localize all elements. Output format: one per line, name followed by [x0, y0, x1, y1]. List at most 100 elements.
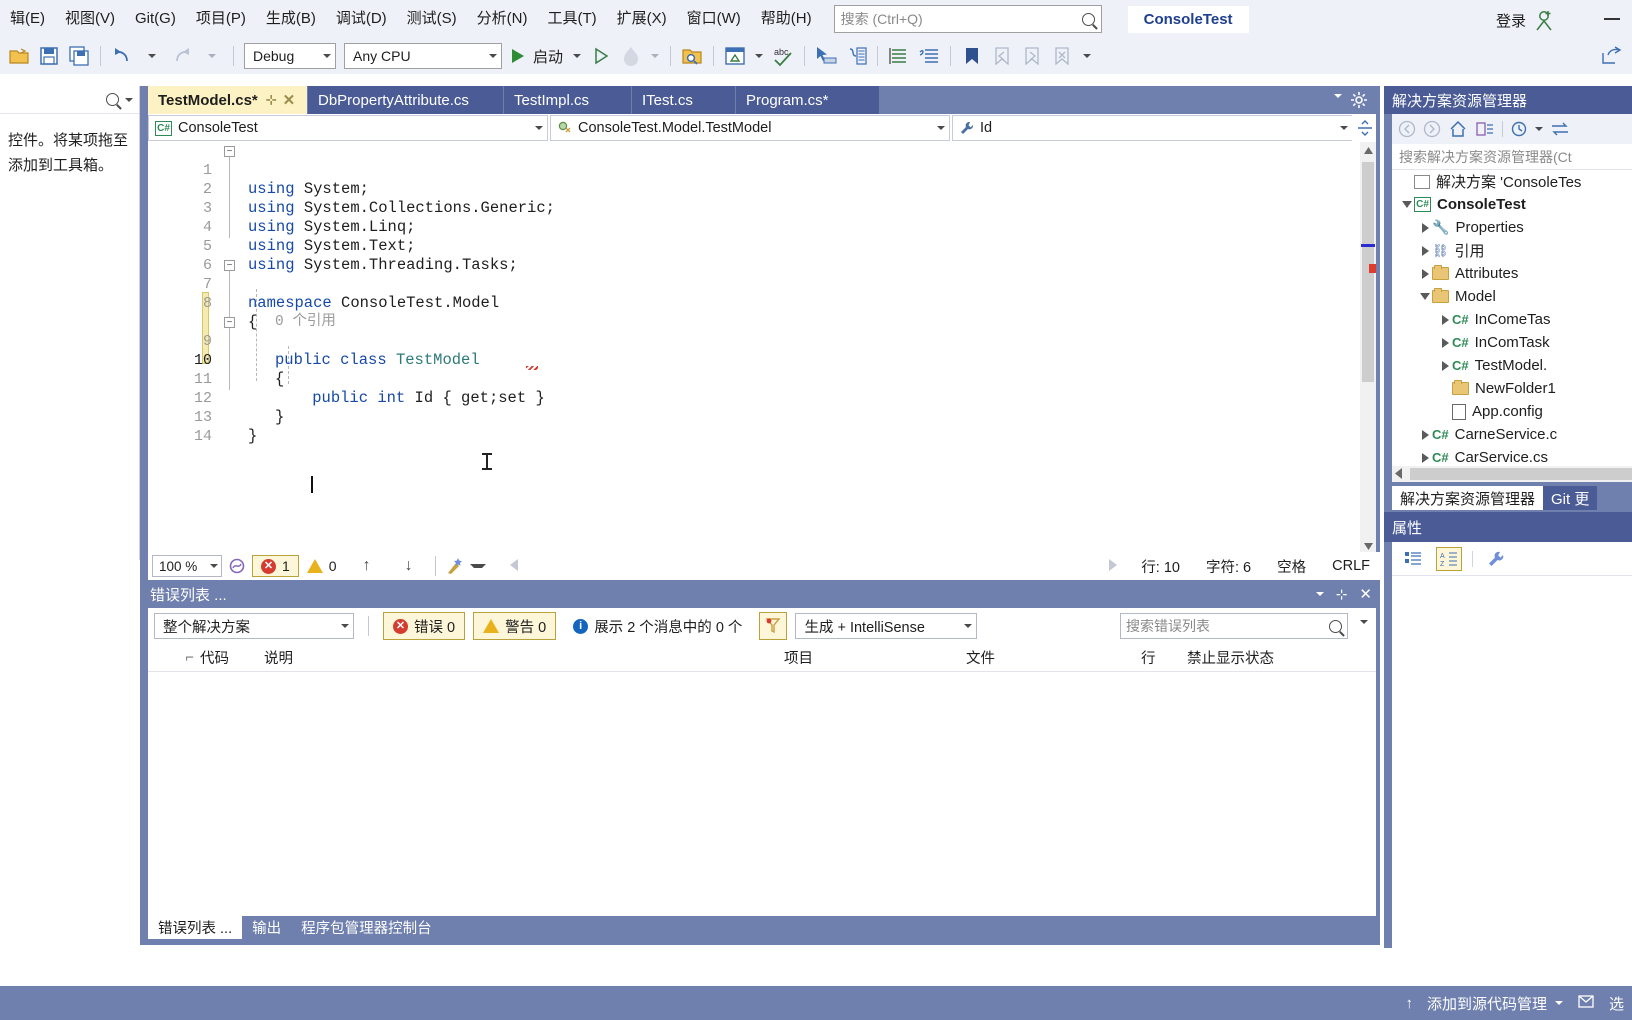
indentation-indicator[interactable]: 空格 — [1277, 556, 1306, 577]
home-icon[interactable] — [1448, 120, 1468, 138]
clear-bookmarks-icon[interactable] — [1049, 43, 1075, 69]
scroll-left-icon[interactable] — [1395, 466, 1403, 482]
menu-item-test[interactable]: 测试(S) — [397, 5, 467, 33]
menu-item-project[interactable]: 项目(P) — [186, 5, 256, 33]
menu-item-edit[interactable]: 辑(E) — [0, 5, 55, 33]
tab-git-changes[interactable]: Git 更 — [1543, 486, 1598, 510]
column-header-file[interactable]: 文件 — [960, 647, 1135, 668]
tree-item-carneservice[interactable]: C# CarneService.c — [1392, 423, 1632, 446]
undo-icon[interactable] — [109, 43, 135, 69]
menu-item-tools[interactable]: 工具(T) — [537, 5, 606, 33]
tree-expander[interactable] — [1418, 262, 1432, 285]
save-icon[interactable] — [36, 43, 62, 69]
menu-item-debug[interactable]: 调试(D) — [326, 5, 397, 33]
chevron-down-icon[interactable] — [1535, 127, 1543, 131]
error-search-chevron-down-icon[interactable] — [1360, 620, 1368, 624]
solution-configuration-combo[interactable]: Debug — [244, 43, 336, 69]
find-in-files-icon[interactable] — [679, 43, 705, 69]
tree-item-newfolder1[interactable]: NewFolder1 — [1392, 377, 1632, 400]
solution-view-icon[interactable] — [1475, 120, 1495, 138]
codelens-reference-count[interactable]: 0 个引用 — [275, 313, 336, 332]
tree-expander[interactable] — [1418, 216, 1432, 239]
redo-icon[interactable] — [169, 43, 195, 69]
scope-filter-combo[interactable]: 整个解决方案 — [154, 613, 354, 639]
tree-item-incometask[interactable]: C# InComeTas — [1392, 308, 1632, 331]
tab-output[interactable]: 输出 — [242, 915, 291, 939]
forward-icon[interactable] — [1423, 120, 1441, 138]
undo-dropdown-caret[interactable] — [139, 43, 165, 69]
error-list-search-input[interactable]: 搜索错误列表 — [1120, 613, 1348, 639]
panel-menu-chevron-down-icon[interactable] — [1315, 592, 1324, 596]
tab-error-list[interactable]: 错误列表 ... — [148, 915, 243, 939]
tree-expander[interactable] — [1418, 285, 1432, 308]
alphabetical-view-icon[interactable]: A Z — [1436, 546, 1462, 571]
uncomment-lines-icon[interactable] — [916, 43, 942, 69]
menu-item-window[interactable]: 窗口(W) — [677, 5, 751, 33]
tree-item-incomtask[interactable]: C# InComTask — [1392, 331, 1632, 354]
column-header-line[interactable]: 行 — [1135, 647, 1181, 668]
sign-in-control[interactable]: 登录 — [1496, 9, 1554, 31]
tree-expander[interactable] — [1400, 193, 1414, 216]
tree-expander[interactable] — [1438, 308, 1452, 331]
menu-item-view[interactable]: 视图(V) — [55, 5, 125, 33]
tree-expander[interactable] — [1438, 331, 1452, 354]
tree-expander[interactable] — [1418, 446, 1432, 466]
save-all-icon[interactable] — [66, 43, 92, 69]
tree-item-attributes-folder[interactable]: Attributes — [1392, 262, 1632, 285]
split-view-icon[interactable] — [1357, 120, 1373, 136]
close-icon[interactable]: ✕ — [283, 91, 296, 109]
toolbox-chevron-down-icon[interactable] — [125, 97, 133, 102]
pin-icon[interactable]: ⊹ — [266, 92, 277, 108]
messages-toggle-button[interactable]: i 展示 2 个消息中的 0 个 — [564, 612, 751, 640]
tree-expander[interactable] — [1418, 239, 1432, 262]
menu-item-build[interactable]: 生成(B) — [256, 5, 326, 33]
pending-changes-clock-icon[interactable] — [1510, 120, 1528, 138]
menu-item-help[interactable]: 帮助(H) — [751, 5, 822, 33]
tab-solution-explorer[interactable]: 解决方案资源管理器 — [1392, 486, 1544, 510]
previous-issue-button[interactable]: ↑ — [345, 557, 389, 575]
column-header-code[interactable]: 代码 — [194, 647, 258, 668]
comment-lines-icon[interactable] — [886, 43, 912, 69]
close-icon[interactable]: ✕ — [1359, 585, 1372, 603]
menu-item-extensions[interactable]: 扩展(X) — [607, 5, 677, 33]
tab-program-cs[interactable]: Program.cs* — [736, 86, 880, 114]
categorized-view-icon[interactable] — [1400, 547, 1426, 571]
intellisense-status-icon[interactable] — [222, 557, 252, 575]
global-search-input[interactable]: 搜索 (Ctrl+Q) — [833, 5, 1102, 33]
tree-expander[interactable] — [1418, 423, 1432, 446]
scrollbar-thumb[interactable] — [1410, 468, 1632, 480]
tab-package-manager-console[interactable]: 程序包管理器控制台 — [291, 915, 442, 939]
editor-vertical-scrollbar[interactable] — [1360, 142, 1376, 554]
solution-platform-combo[interactable]: Any CPU — [344, 43, 502, 69]
active-project-chip[interactable]: ConsoleTest — [1127, 5, 1249, 33]
zoom-level-combo[interactable]: 100 % — [152, 555, 222, 577]
previous-bookmark-icon[interactable] — [989, 43, 1015, 69]
tree-item-references[interactable]: ⛓ 引用 — [1392, 239, 1632, 262]
column-header-suppression-state[interactable]: 禁止显示状态 — [1181, 647, 1280, 668]
nav-type-combo[interactable]: ConsoleTest.Model.TestModel — [550, 115, 950, 141]
tree-item-project-consoletest[interactable]: C# ConsoleTest — [1392, 193, 1632, 216]
start-page-icon[interactable] — [722, 43, 748, 69]
open-file-icon[interactable] — [6, 43, 32, 69]
hierarchy-icon[interactable] — [843, 43, 869, 69]
quick-actions-icon[interactable] — [442, 557, 470, 575]
spell-check-icon[interactable]: abc — [770, 43, 796, 69]
sync-with-active-doc-icon[interactable] — [1550, 120, 1570, 138]
gear-icon[interactable] — [1350, 91, 1368, 109]
source-control-status[interactable]: 添加到源代码管理 — [1427, 993, 1563, 1014]
filter-button[interactable] — [759, 612, 788, 640]
error-count-indicator[interactable]: ✕ 1 — [252, 555, 299, 577]
tree-item-solution[interactable]: 解决方案 'ConsoleTes — [1392, 170, 1632, 193]
nav-member-combo[interactable]: Id — [952, 115, 1352, 141]
scroll-up-icon[interactable] — [1360, 142, 1376, 158]
back-icon[interactable] — [1398, 120, 1416, 138]
nav-project-combo[interactable]: C# ConsoleTest — [148, 115, 548, 141]
redo-dropdown-caret[interactable] — [199, 43, 225, 69]
solution-tree[interactable]: 解决方案 'ConsoleTes C# ConsoleTest 🔧 Proper… — [1392, 170, 1632, 466]
tree-item-model-folder[interactable]: Model — [1392, 285, 1632, 308]
toolbar-overflow-caret[interactable] — [1079, 43, 1095, 69]
status-bar-up-arrow-icon[interactable]: ↑ — [1405, 995, 1413, 1012]
share-icon[interactable] — [1600, 46, 1622, 66]
tree-item-carservice[interactable]: C# CarService.cs — [1392, 446, 1632, 466]
solution-explorer-horizontal-scrollbar[interactable] — [1392, 466, 1632, 482]
